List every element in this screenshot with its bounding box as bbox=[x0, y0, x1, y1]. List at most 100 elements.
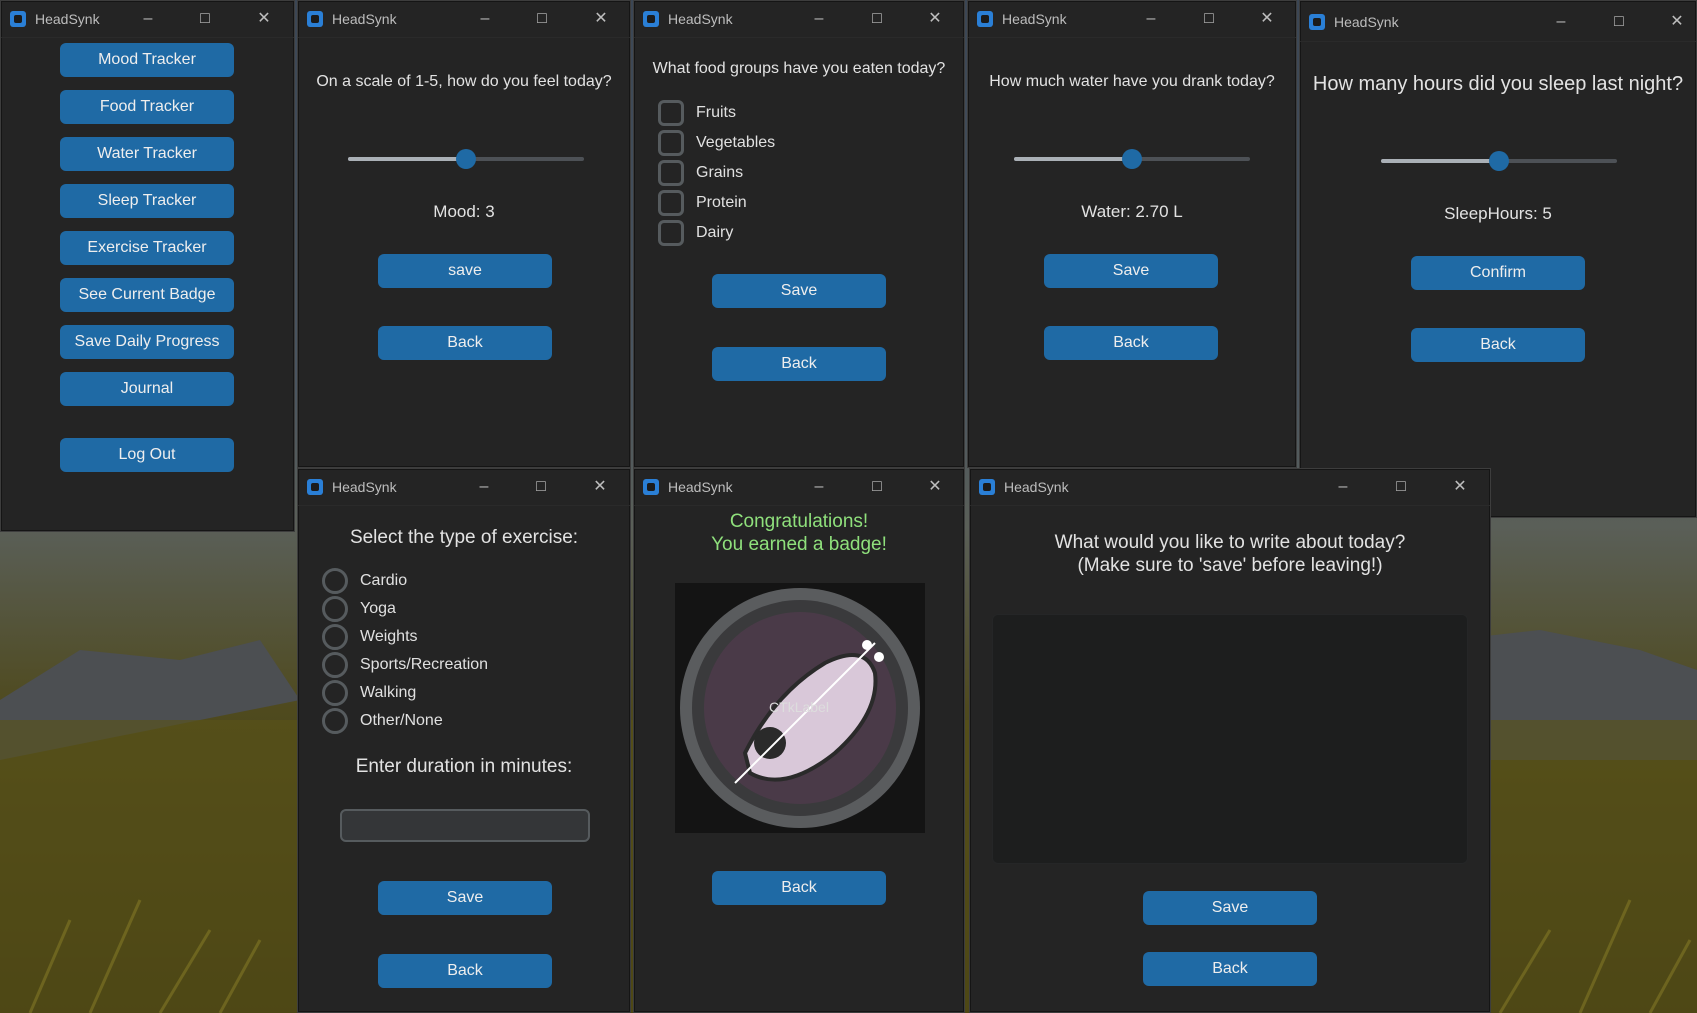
slider-knob[interactable] bbox=[456, 149, 476, 169]
minimize-icon[interactable]: – bbox=[473, 476, 495, 498]
confirm-button[interactable]: Confirm bbox=[1411, 256, 1585, 290]
save-button[interactable]: Save bbox=[712, 274, 886, 308]
close-icon[interactable]: ✕ bbox=[590, 8, 612, 30]
close-icon[interactable]: ✕ bbox=[1666, 11, 1688, 33]
see-current-badge-button[interactable]: See Current Badge bbox=[60, 278, 234, 312]
minimize-icon[interactable]: – bbox=[808, 8, 830, 30]
badge-window: HeadSynk – □ ✕ Congratulations! You earn… bbox=[633, 468, 965, 1013]
protein-label: Protein bbox=[696, 194, 747, 211]
maximize-icon[interactable]: □ bbox=[866, 476, 888, 498]
titlebar[interactable]: HeadSynk – □ ✕ bbox=[970, 469, 1490, 506]
maximize-icon[interactable]: □ bbox=[1608, 11, 1630, 33]
save-daily-progress-button[interactable]: Save Daily Progress bbox=[60, 325, 234, 359]
slider-fill bbox=[1381, 159, 1499, 163]
titlebar[interactable]: HeadSynk – □ ✕ bbox=[1300, 1, 1696, 42]
window-title: HeadSynk bbox=[332, 479, 397, 495]
journal-prompt-line-1: What would you like to write about today… bbox=[1054, 532, 1406, 553]
vegetables-label: Vegetables bbox=[696, 134, 776, 151]
walking-radio[interactable] bbox=[322, 680, 348, 706]
sleep-value: SleepHours: 5 bbox=[1444, 204, 1552, 223]
close-icon[interactable]: ✕ bbox=[253, 8, 275, 30]
minimize-icon[interactable]: – bbox=[1140, 8, 1162, 30]
other-none-radio[interactable] bbox=[322, 708, 348, 734]
main-menu-window: HeadSynk – □ ✕ Mood Tracker Food Tracker… bbox=[0, 0, 295, 532]
slider-knob[interactable] bbox=[1122, 149, 1142, 169]
titlebar[interactable]: HeadSynk – □ ✕ bbox=[634, 469, 964, 506]
mood-value: Mood: 3 bbox=[433, 202, 495, 221]
food-tracker-button[interactable]: Food Tracker bbox=[60, 90, 234, 124]
maximize-icon[interactable]: □ bbox=[1390, 476, 1412, 498]
back-button[interactable]: Back bbox=[1411, 328, 1585, 362]
back-button[interactable]: Back bbox=[1143, 952, 1317, 986]
dairy-checkbox[interactable] bbox=[658, 220, 684, 246]
weights-radio[interactable] bbox=[322, 624, 348, 650]
save-button[interactable]: Save bbox=[1044, 254, 1218, 288]
sports-recreation-radio[interactable] bbox=[322, 652, 348, 678]
water-tracker-button[interactable]: Water Tracker bbox=[60, 137, 234, 171]
save-button[interactable]: save bbox=[378, 254, 552, 288]
slider-fill bbox=[348, 157, 466, 161]
exercise-tracker-button[interactable]: Exercise Tracker bbox=[60, 231, 234, 265]
protein-checkbox[interactable] bbox=[658, 190, 684, 216]
window-title: HeadSynk bbox=[668, 479, 733, 495]
maximize-icon[interactable]: □ bbox=[194, 8, 216, 30]
app-icon bbox=[979, 479, 995, 495]
congrats-line-1: Congratulations! bbox=[729, 511, 869, 532]
mood-tracker-button[interactable]: Mood Tracker bbox=[60, 43, 234, 77]
app-icon bbox=[643, 11, 659, 27]
back-button[interactable]: Back bbox=[378, 326, 552, 360]
ctk-label: CTkLabel bbox=[769, 699, 829, 715]
yoga-radio[interactable] bbox=[322, 596, 348, 622]
weights-label: Weights bbox=[360, 628, 418, 645]
minimize-icon[interactable]: – bbox=[1332, 476, 1354, 498]
cardio-radio[interactable] bbox=[322, 568, 348, 594]
back-button[interactable]: Back bbox=[712, 347, 886, 381]
water-question: How much water have you drank today? bbox=[989, 73, 1275, 90]
back-button[interactable]: Back bbox=[712, 871, 886, 905]
fruits-checkbox[interactable] bbox=[658, 100, 684, 126]
slider-knob[interactable] bbox=[1489, 151, 1509, 171]
fruits-label: Fruits bbox=[696, 104, 736, 121]
app-icon bbox=[643, 479, 659, 495]
close-icon[interactable]: ✕ bbox=[924, 476, 946, 498]
save-button[interactable]: Save bbox=[1143, 891, 1317, 925]
close-icon[interactable]: ✕ bbox=[924, 8, 946, 30]
grains-checkbox[interactable] bbox=[658, 160, 684, 186]
journal-button[interactable]: Journal bbox=[60, 372, 234, 406]
sleep-tracker-button[interactable]: Sleep Tracker bbox=[60, 184, 234, 218]
duration-input[interactable] bbox=[340, 809, 590, 842]
minimize-icon[interactable]: – bbox=[1550, 11, 1572, 33]
water-slider[interactable] bbox=[1014, 149, 1250, 169]
maximize-icon[interactable]: □ bbox=[531, 8, 553, 30]
window-title: HeadSynk bbox=[332, 11, 397, 27]
close-icon[interactable]: ✕ bbox=[1449, 476, 1471, 498]
food-question: What food groups have you eaten today? bbox=[652, 60, 946, 77]
titlebar[interactable]: HeadSynk – □ ✕ bbox=[298, 469, 630, 506]
back-button[interactable]: Back bbox=[1044, 326, 1218, 360]
dairy-label: Dairy bbox=[696, 224, 734, 241]
cardio-label: Cardio bbox=[360, 572, 408, 589]
titlebar[interactable]: HeadSynk – □ ✕ bbox=[968, 1, 1296, 38]
journal-textbox[interactable] bbox=[992, 614, 1468, 864]
close-icon[interactable]: ✕ bbox=[589, 476, 611, 498]
titlebar[interactable]: HeadSynk – □ ✕ bbox=[298, 1, 630, 38]
minimize-icon[interactable]: – bbox=[474, 8, 496, 30]
close-icon[interactable]: ✕ bbox=[1256, 8, 1278, 30]
maximize-icon[interactable]: □ bbox=[866, 8, 888, 30]
log-out-button[interactable]: Log Out bbox=[60, 438, 234, 472]
vegetables-checkbox[interactable] bbox=[658, 130, 684, 156]
titlebar[interactable]: HeadSynk – □ ✕ bbox=[1, 1, 294, 38]
water-window: HeadSynk – □ ✕ How much water have you d… bbox=[967, 0, 1297, 468]
maximize-icon[interactable]: □ bbox=[530, 476, 552, 498]
mood-question: On a scale of 1-5, how do you feel today… bbox=[316, 73, 612, 90]
back-button[interactable]: Back bbox=[378, 954, 552, 988]
sports-recreation-label: Sports/Recreation bbox=[360, 656, 489, 673]
mood-slider[interactable] bbox=[348, 149, 584, 169]
app-icon bbox=[10, 11, 26, 27]
minimize-icon[interactable]: – bbox=[137, 8, 159, 30]
sleep-slider[interactable] bbox=[1381, 151, 1617, 171]
titlebar[interactable]: HeadSynk – □ ✕ bbox=[634, 1, 964, 38]
minimize-icon[interactable]: – bbox=[808, 476, 830, 498]
save-button[interactable]: Save bbox=[378, 881, 552, 915]
maximize-icon[interactable]: □ bbox=[1198, 8, 1220, 30]
